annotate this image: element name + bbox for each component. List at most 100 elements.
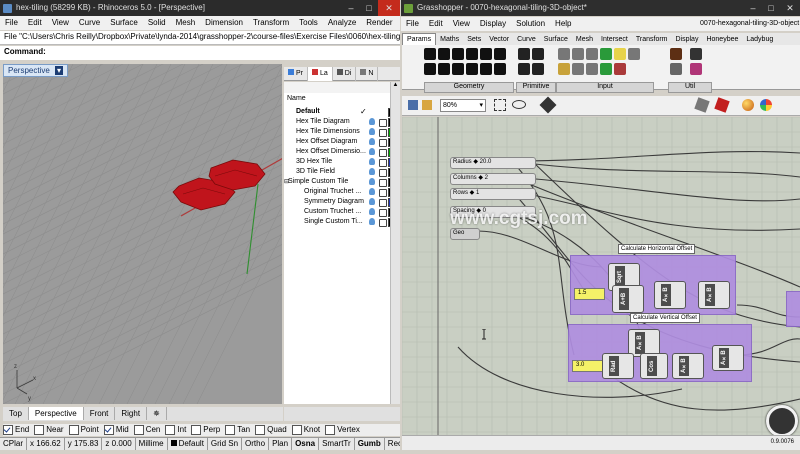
gh-tab-sets[interactable]: Sets	[463, 34, 485, 45]
osnap-quad[interactable]: Quad	[255, 424, 287, 436]
toggle-input-icon[interactable]	[572, 48, 584, 60]
flask-util-icon[interactable]	[690, 63, 702, 75]
jump-util-icon[interactable]	[670, 63, 682, 75]
checkbox-icon[interactable]	[225, 425, 236, 435]
rows-slider[interactable]: Rows ◆ 1	[450, 188, 536, 200]
swatch-input-icon[interactable]	[600, 48, 612, 60]
checkbox-icon[interactable]	[191, 425, 202, 435]
layer-lock-icon[interactable]	[379, 209, 387, 217]
radius-slider[interactable]: Radius ◆ 20.0	[450, 157, 536, 169]
rhino-menu-file[interactable]: File	[0, 16, 23, 30]
cosine-node[interactable]: Cos	[640, 353, 668, 379]
view-tab-perspective[interactable]: Perspective	[28, 407, 84, 420]
preview-eye-icon[interactable]	[512, 100, 526, 109]
layer-row[interactable]: Hex Offset Diagram	[284, 137, 402, 147]
osnap-end[interactable]: End	[3, 424, 29, 436]
gh-tab-mesh[interactable]: Mesh	[572, 34, 597, 45]
rhino-menu-solid[interactable]: Solid	[143, 16, 171, 30]
close-icon[interactable]: ✕	[378, 0, 400, 16]
ribbon-group-primitive[interactable]: Primitive	[516, 82, 556, 93]
layer-lock-icon[interactable]	[379, 119, 387, 127]
layer-visibility-icon[interactable]	[369, 158, 375, 165]
layer-visibility-icon[interactable]	[369, 148, 375, 155]
rhino-menu-tools[interactable]: Tools	[294, 16, 323, 30]
ribbon-group-input[interactable]: Input	[556, 82, 654, 93]
gh-tab-intersect[interactable]: Intersect	[597, 34, 632, 45]
graph-input-icon[interactable]	[586, 48, 598, 60]
osnap-point[interactable]: Point	[68, 424, 99, 436]
panel-value-vertical[interactable]: 3.0	[572, 360, 603, 372]
rhino-menu-transform[interactable]: Transform	[248, 16, 294, 30]
gh-tab-params[interactable]: Params	[402, 33, 437, 45]
ribbon-group-util[interactable]: Util	[668, 82, 712, 93]
layer-row[interactable]: Hex Tile Dimensions	[284, 127, 402, 137]
vector-param-icon[interactable]	[438, 48, 450, 60]
panel-scrollbar[interactable]: ▲	[390, 82, 400, 404]
wire-preview-icon[interactable]	[714, 97, 730, 113]
multiply-node-1[interactable]: A+B	[612, 285, 644, 313]
hex-tiles[interactable]	[172, 159, 266, 211]
zoom-extents-icon[interactable]	[494, 99, 506, 111]
minimize-icon[interactable]: –	[342, 0, 360, 16]
status-toggle-5[interactable]: Gumb	[355, 438, 385, 450]
chevron-down-icon[interactable]: ▾	[55, 66, 64, 75]
status-layer[interactable]: Default	[168, 438, 208, 450]
number-param-icon[interactable]	[518, 63, 530, 75]
surface-param-icon[interactable]	[480, 63, 492, 75]
status-toggle-6[interactable]: Record His	[385, 438, 400, 450]
checkbox-icon[interactable]	[291, 425, 302, 435]
layer-lock-icon[interactable]	[379, 199, 387, 207]
clock-input-icon[interactable]	[586, 63, 598, 75]
layer-row[interactable]: Hex Offset Dimensio...	[284, 147, 402, 157]
layer-lock-icon[interactable]	[379, 189, 387, 197]
status-toggle-1[interactable]: Ortho	[242, 438, 270, 450]
layer-row[interactable]: Hex Tile Diagram	[284, 117, 402, 127]
osnap-mid[interactable]: Mid	[103, 424, 129, 436]
layer-row[interactable]: Default ✓	[284, 107, 402, 117]
layer-lock-icon[interactable]	[379, 129, 387, 137]
multiply-node-3[interactable]: A×B	[698, 281, 730, 309]
gh-close-icon[interactable]: ✕	[780, 0, 800, 16]
layer-visibility-icon[interactable]	[369, 128, 375, 135]
layer-row[interactable]: ⊟ Simple Custom Tile	[284, 177, 402, 187]
perspective-viewport[interactable]: x z y Perspective ▾	[3, 64, 282, 404]
viewport-title-tab[interactable]: Perspective ▾	[3, 64, 69, 77]
rhino-menu-surface[interactable]: Surface	[105, 16, 143, 30]
relay-util-icon[interactable]	[690, 48, 702, 60]
rhino-menu-edit[interactable]: Edit	[23, 16, 47, 30]
view-tab-right[interactable]: Right	[115, 407, 148, 420]
osnap-cen[interactable]: Cen	[133, 424, 160, 436]
rhino-menu-mesh[interactable]: Mesh	[171, 16, 201, 30]
gh-tab-vector[interactable]: Vector	[485, 34, 513, 45]
view-tab-top[interactable]: Top	[3, 407, 29, 420]
layer-visibility-icon[interactable]	[369, 218, 375, 225]
panel-input-icon[interactable]	[614, 48, 626, 60]
status-toggle-3[interactable]: Osna	[292, 438, 320, 450]
multiply-node-6[interactable]: A×B	[712, 345, 744, 371]
integer-param-icon[interactable]	[532, 48, 544, 60]
button-input-icon[interactable]	[628, 48, 640, 60]
layer-visibility-icon[interactable]	[369, 138, 375, 145]
color-sphere-icon[interactable]	[760, 99, 772, 111]
boolean-param-icon[interactable]	[518, 48, 530, 60]
rhino-menu-analyze[interactable]: Analyze	[323, 16, 361, 30]
status-toggle-4[interactable]: SmartTr	[319, 438, 355, 450]
checkbox-icon[interactable]	[325, 425, 336, 435]
checkbox-icon[interactable]	[255, 425, 266, 435]
text-param-icon[interactable]	[532, 63, 544, 75]
save-icon[interactable]	[408, 100, 418, 110]
layer-lock-icon[interactable]	[379, 139, 387, 147]
layer-visibility-icon[interactable]	[369, 198, 375, 205]
gh-maximize-icon[interactable]: □	[762, 0, 780, 16]
layer-lock-icon[interactable]	[379, 159, 387, 167]
checkbox-icon[interactable]	[34, 425, 45, 435]
geometry-param-icon[interactable]	[494, 63, 506, 75]
line-param-icon[interactable]	[494, 48, 506, 60]
mesh-param-icon[interactable]	[466, 63, 478, 75]
maximize-icon[interactable]: □	[360, 0, 378, 16]
layer-lock-icon[interactable]	[379, 219, 387, 227]
layer-visibility-icon[interactable]	[369, 118, 375, 125]
panel-tab-2[interactable]: Di	[333, 67, 357, 81]
gh-tab-display[interactable]: Display	[672, 34, 703, 45]
gh-menu-display[interactable]: Display	[475, 17, 511, 31]
